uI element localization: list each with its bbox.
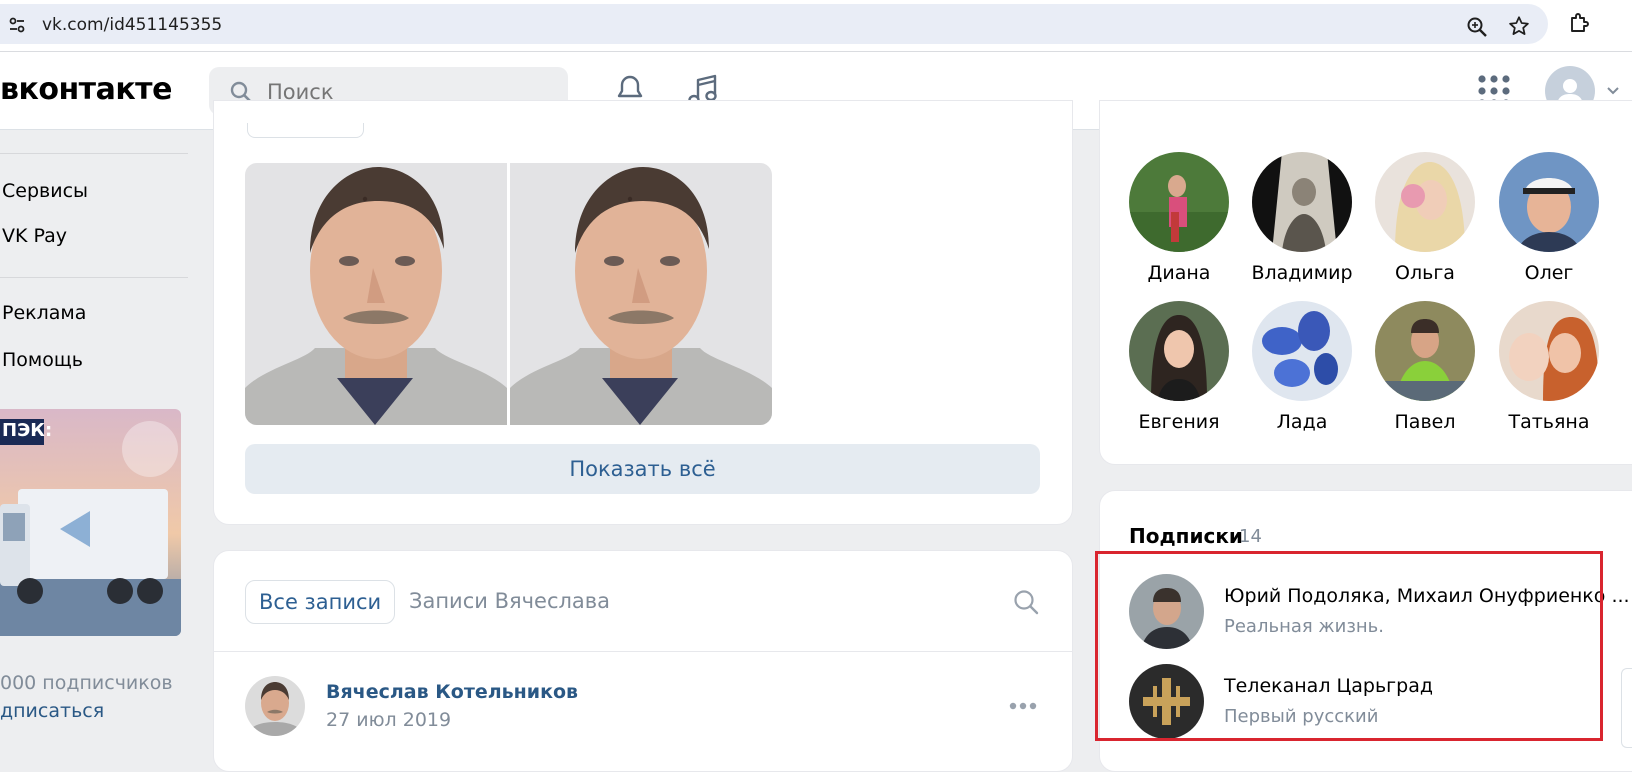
friend-item[interactable]: Павел — [1370, 301, 1480, 433]
friend-avatar — [1129, 301, 1229, 401]
friend-avatar — [1252, 152, 1352, 252]
profile-photo[interactable] — [510, 163, 772, 425]
nav-item-services[interactable]: Сервисы — [2, 180, 88, 202]
ad-subscribe-link[interactable]: дписаться — [0, 700, 104, 722]
friend-item[interactable]: Диана — [1124, 152, 1234, 284]
wall-card: Все записи Записи Вячеслава Вячеслав Кот… — [213, 550, 1073, 772]
friend-name: Лада — [1276, 411, 1328, 433]
subscriptions-count: 14 — [1239, 526, 1262, 547]
ad-banner[interactable]: ПЭК: — [0, 409, 181, 636]
more-options-icon[interactable] — [1008, 701, 1038, 711]
tab-owner-posts[interactable]: Записи Вячеслава — [409, 580, 610, 622]
friend-avatar — [1499, 152, 1599, 252]
friend-avatar — [1375, 301, 1475, 401]
portrait-photo-image — [510, 163, 772, 425]
friend-item[interactable]: Лада — [1247, 301, 1357, 433]
friend-name: Диана — [1147, 262, 1211, 284]
friend-name: Татьяна — [1508, 411, 1590, 433]
portrait-photo-image — [245, 163, 507, 425]
friend-avatar — [1375, 152, 1475, 252]
friends-card: Диана Владимир Ольга Олег Евгения Лада П… — [1099, 100, 1632, 465]
tab-all-posts[interactable]: Все записи — [245, 580, 396, 624]
friend-item[interactable]: Евгения — [1124, 301, 1234, 433]
post-author-avatar[interactable] — [245, 676, 305, 736]
vk-logo[interactable]: вконтакте — [0, 72, 172, 107]
search-icon[interactable] — [1013, 589, 1039, 615]
nav-item-help[interactable]: Помощь — [2, 349, 83, 371]
friend-item[interactable]: Владимир — [1247, 152, 1357, 284]
avatar-image — [245, 676, 305, 736]
friend-name: Евгения — [1138, 411, 1220, 433]
show-all-photos-button[interactable]: Показать всё — [245, 444, 1040, 494]
photos-card: Показать всё — [213, 100, 1073, 525]
friend-avatar — [1252, 301, 1352, 401]
nav-item-vkpay[interactable]: VK Pay — [2, 225, 67, 247]
bookmark-star-icon[interactable] — [1508, 15, 1530, 37]
friend-item[interactable]: Татьяна — [1494, 301, 1604, 433]
nav-divider — [0, 153, 188, 154]
photos-tab-stub[interactable] — [247, 123, 364, 138]
ad-truck-image — [0, 409, 181, 636]
post-date[interactable]: 27 июл 2019 — [326, 709, 451, 731]
divider — [214, 651, 1072, 652]
url-text[interactable]: vk.com/id451145355 — [42, 15, 222, 35]
friend-name: Олег — [1524, 262, 1574, 284]
post-author-name[interactable]: Вячеслав Котельников — [326, 681, 578, 703]
site-settings-icon[interactable] — [8, 16, 26, 34]
friend-item[interactable]: Олег — [1494, 152, 1604, 284]
nav-item-ads[interactable]: Реклама — [2, 302, 86, 324]
floating-panel-edge[interactable] — [1621, 668, 1632, 748]
nav-divider — [0, 277, 188, 278]
friend-name: Павел — [1394, 411, 1456, 433]
zoom-icon[interactable] — [1466, 16, 1488, 38]
chevron-down-icon[interactable] — [1605, 82, 1621, 98]
profile-photo[interactable] — [245, 163, 507, 425]
selection-highlight-box — [1095, 551, 1603, 741]
friend-item[interactable]: Ольга — [1370, 152, 1480, 284]
address-bar[interactable]: vk.com/id451145355 — [0, 4, 1548, 44]
friend-avatar — [1129, 152, 1229, 252]
ad-brand-label: ПЭК: — [2, 420, 53, 441]
friend-name: Владимир — [1251, 262, 1353, 284]
friend-avatar — [1499, 301, 1599, 401]
subscriptions-title[interactable]: Подписки — [1129, 524, 1243, 548]
browser-toolbar: vk.com/id451145355 — [0, 0, 1632, 52]
extensions-icon[interactable] — [1568, 11, 1592, 35]
friend-name: Ольга — [1395, 262, 1455, 284]
ad-subscribers-count: 000 подписчиков — [0, 672, 173, 694]
